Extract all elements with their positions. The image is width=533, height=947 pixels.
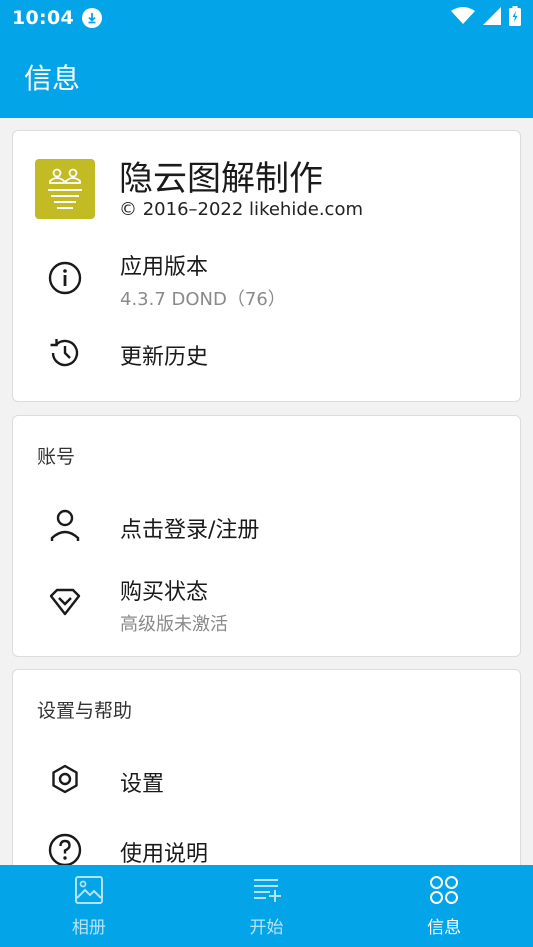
help-label: 使用说明 <box>120 842 209 865</box>
app-bar: 信息 <box>0 36 533 118</box>
status-bar: 10:04 <box>0 0 533 36</box>
purchase-status-value: 高级版未激活 <box>120 614 228 635</box>
wifi-icon <box>451 7 475 29</box>
page-title: 信息 <box>24 62 81 95</box>
app-info-card: 隐云图解制作 © 2016–2022 likehide.com 应用版本 4.3… <box>12 130 521 402</box>
login-row[interactable]: 点击登录/注册 <box>13 496 520 556</box>
apps-grid-icon <box>429 875 459 909</box>
purchase-status-row[interactable]: 购买状态 高级版未激活 <box>13 566 520 636</box>
nav-item-info[interactable]: 信息 <box>355 865 533 947</box>
nav-item-gallery[interactable]: 相册 <box>0 865 178 947</box>
login-text: 点击登录/注册 <box>120 512 259 544</box>
info-icon <box>47 260 83 296</box>
battery-icon <box>509 6 521 30</box>
nav-label-gallery: 相册 <box>71 917 106 938</box>
login-label: 点击登录/注册 <box>120 518 260 543</box>
app-logo-icon <box>35 159 95 219</box>
update-history-label: 更新历史 <box>120 345 209 370</box>
help-text: 使用说明 <box>120 836 208 865</box>
status-icons <box>451 6 521 30</box>
gear-icon <box>47 762 83 798</box>
history-icon <box>47 335 83 371</box>
settings-help-card: 设置与帮助 设置 使用说明 <box>12 669 521 865</box>
nav-label-start: 开始 <box>249 917 284 938</box>
app-version-value: 4.3.7 DOND（76） <box>120 289 286 310</box>
purchase-status-text: 购买状态 高级版未激活 <box>120 574 228 636</box>
help-icon <box>47 832 83 865</box>
settings-row[interactable]: 设置 <box>13 750 520 810</box>
account-card: 账号 点击登录/注册 购买状态 高级版未激活 <box>12 415 521 657</box>
app-version-row[interactable]: 应用版本 4.3.7 DOND（76） <box>13 243 520 313</box>
app-version-label: 应用版本 <box>120 255 209 280</box>
update-history-row[interactable]: 更新历史 <box>13 323 520 383</box>
nav-item-start[interactable]: 开始 <box>178 865 356 947</box>
status-time: 10:04 <box>12 7 74 29</box>
person-icon <box>47 508 83 544</box>
update-history-text: 更新历史 <box>120 339 208 371</box>
settings-section-title: 设置与帮助 <box>37 700 133 722</box>
help-row[interactable]: 使用说明 <box>13 820 520 865</box>
purchase-status-label: 购买状态 <box>120 580 209 605</box>
nav-label-info: 信息 <box>427 917 462 938</box>
playlist-add-icon <box>252 875 282 909</box>
content-scroll[interactable]: 隐云图解制作 © 2016–2022 likehide.com 应用版本 4.3… <box>0 118 533 865</box>
app-version-text: 应用版本 4.3.7 DOND（76） <box>120 249 286 311</box>
app-name-block: 隐云图解制作 © 2016–2022 likehide.com <box>119 159 363 220</box>
diamond-icon <box>47 584 83 620</box>
app-header: 隐云图解制作 © 2016–2022 likehide.com <box>35 159 363 220</box>
app-copyright: © 2016–2022 likehide.com <box>119 199 363 220</box>
settings-label: 设置 <box>120 772 165 797</box>
download-icon <box>81 8 102 28</box>
bottom-nav: 相册 开始 信息 <box>0 865 533 947</box>
app-name: 隐云图解制作 <box>119 159 323 199</box>
account-section-title: 账号 <box>37 446 76 468</box>
settings-text: 设置 <box>120 766 164 798</box>
signal-icon <box>483 7 501 29</box>
gallery-icon <box>74 875 104 909</box>
